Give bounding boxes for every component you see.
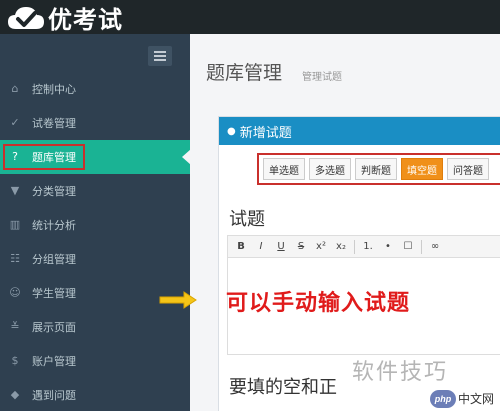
group-icon: ☷ xyxy=(10,252,20,265)
sidebar-item-label: 控制中心 xyxy=(32,83,76,96)
sidebar-item-display-pages[interactable]: ≚ 展示页面 xyxy=(0,310,190,344)
php-logo-icon: php xyxy=(430,389,456,408)
cloud-check-icon xyxy=(8,7,44,29)
dollar-icon: $ xyxy=(11,354,19,367)
sidebar-item-question-bank[interactable]: ? 题库管理 xyxy=(0,140,191,174)
question-field-label: 试题 xyxy=(229,209,265,230)
sidebar-item-label: 学生管理 xyxy=(32,287,76,300)
sidebar-item-papers[interactable]: ✓ 试卷管理 xyxy=(0,106,190,140)
type-single-choice-button[interactable]: 单选题 xyxy=(263,158,305,180)
logo[interactable]: 优考试 xyxy=(6,2,123,34)
sidebar-item-statistics[interactable]: ▥ 统计分析 xyxy=(0,208,190,242)
underline-button[interactable]: U xyxy=(274,240,288,254)
watermark-badge: php 中文网 xyxy=(430,386,500,411)
sidebar-item-categories[interactable]: ▼ 分类管理 xyxy=(0,174,190,208)
bar-chart-icon: ▥ xyxy=(9,218,21,231)
question-icon: ◆ xyxy=(10,388,20,401)
panel-header: ● 新增试题 xyxy=(219,117,500,145)
page-title: 题库管理 xyxy=(206,62,283,84)
top-bar: 优考试 xyxy=(0,0,500,34)
sidebar-item-label: 分类管理 xyxy=(32,185,76,198)
answer-field-label: 要填的空和正 xyxy=(229,377,337,398)
menu-toggle-button[interactable] xyxy=(148,46,172,66)
bold-button[interactable]: B xyxy=(234,240,248,254)
unordered-list-button[interactable]: • xyxy=(381,240,395,254)
sidebar: ⌂ 控制中心 ✓ 试卷管理 ? 题库管理 ▼ 分类管理 ▥ 统计分析 ☷ 分组管理 ☺ 学生管… xyxy=(0,34,191,411)
filter-icon: ▼ xyxy=(10,184,20,197)
strikethrough-button[interactable]: S xyxy=(294,240,308,254)
toolbar-divider xyxy=(421,239,422,254)
editor-toolbar: B I U S x² x₂ 1. • ☐ ∞ xyxy=(228,236,500,258)
logo-text: 优考试 xyxy=(48,5,123,34)
sidebar-item-help[interactable]: ◆ 遇到问题 xyxy=(0,378,190,411)
home-icon: ⌂ xyxy=(11,82,19,95)
highlight-box xyxy=(3,144,85,170)
sidebar-item-label: 展示页面 xyxy=(32,321,76,334)
type-multi-choice-button[interactable]: 多选题 xyxy=(309,158,351,180)
checkbox-button[interactable]: ☐ xyxy=(401,240,415,254)
arrow-right-icon xyxy=(159,291,197,309)
sidebar-item-label: 试卷管理 xyxy=(32,117,76,130)
sidebar-item-account[interactable]: $ 账户管理 xyxy=(0,344,190,378)
type-fill-blank-button[interactable]: 填空题 xyxy=(401,158,443,180)
sidebar-item-groups[interactable]: ☷ 分组管理 xyxy=(0,242,190,276)
superscript-button[interactable]: x² xyxy=(314,240,328,254)
page-subtitle: 管理试题 xyxy=(302,72,342,83)
question-type-selector: 单选题 多选题 判断题 填空题 问答题 xyxy=(257,153,500,185)
type-true-false-button[interactable]: 判断题 xyxy=(355,158,397,180)
layers-icon: ≚ xyxy=(10,320,20,333)
sidebar-item-label: 分组管理 xyxy=(32,253,76,266)
info-icon: ● xyxy=(227,125,236,137)
sidebar-item-label: 统计分析 xyxy=(32,219,76,232)
subscript-button[interactable]: x₂ xyxy=(334,240,348,254)
sidebar-item-dashboard[interactable]: ⌂ 控制中心 xyxy=(0,72,190,106)
sidebar-item-label: 遇到问题 xyxy=(32,389,76,402)
sidebar-item-label: 账户管理 xyxy=(32,355,76,368)
check-circle-icon: ✓ xyxy=(10,116,20,129)
annotation-hint: 可以手动输入试题 xyxy=(226,291,411,316)
type-essay-button[interactable]: 问答题 xyxy=(447,158,489,180)
sidebar-menu: ⌂ 控制中心 ✓ 试卷管理 ? 题库管理 ▼ 分类管理 ▥ 统计分析 ☷ 分组管理 ☺ 学生管… xyxy=(0,72,191,411)
watermark-text: 软件技巧 xyxy=(352,360,449,385)
panel-title: 新增试题 xyxy=(239,125,292,141)
ordered-list-button[interactable]: 1. xyxy=(361,240,375,254)
watermark-site: 中文网 xyxy=(458,392,495,406)
user-icon: ☺ xyxy=(9,286,21,299)
link-button[interactable]: ∞ xyxy=(428,240,442,254)
toolbar-divider xyxy=(354,239,355,254)
italic-button[interactable]: I xyxy=(254,240,268,254)
